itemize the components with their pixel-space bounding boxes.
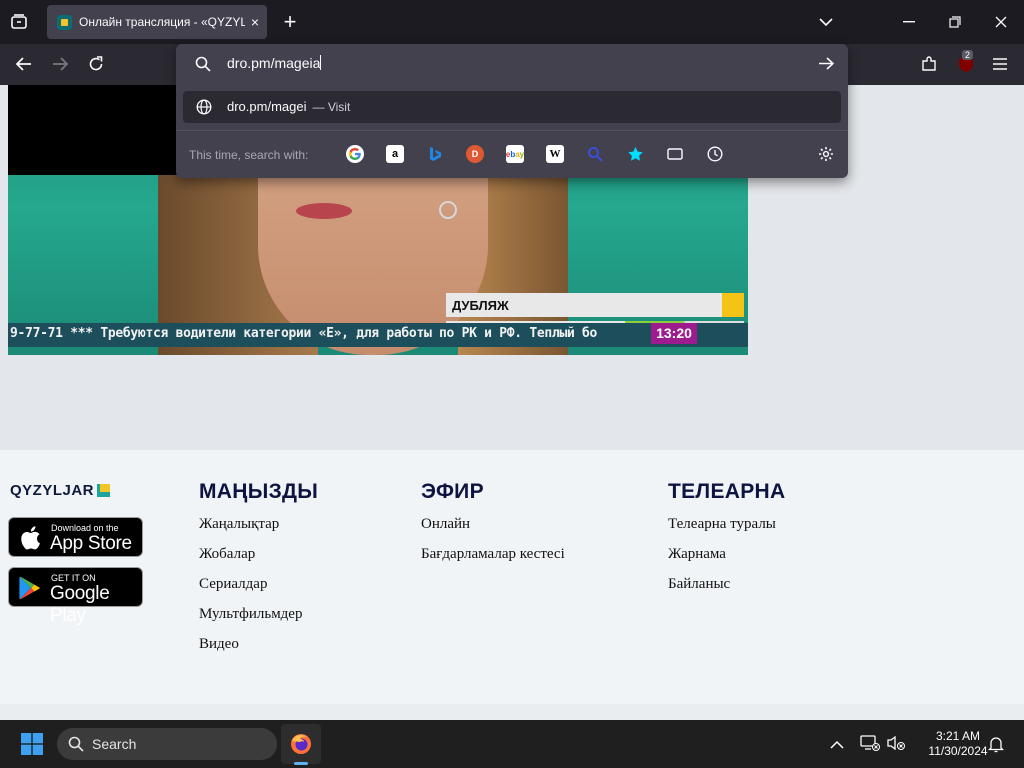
firefox-icon — [289, 732, 313, 761]
footer-link-cartoons[interactable]: Мультфильмдер — [199, 606, 302, 623]
earring — [439, 201, 457, 219]
tabs-icon[interactable] — [666, 145, 684, 163]
footer-link-online[interactable]: Онлайн — [421, 516, 470, 533]
search-icon — [68, 736, 84, 752]
show-hidden-icons-chevron-icon[interactable] — [830, 736, 844, 754]
bing-icon[interactable] — [426, 145, 444, 163]
go-arrow-icon[interactable] — [819, 57, 835, 75]
taskbar-clock[interactable]: 3:21 AM 11/30/2024 — [918, 729, 998, 759]
broadcast-time-badge: 13:20 — [651, 323, 697, 344]
close-tab-icon[interactable]: × — [251, 14, 259, 30]
google-play-button[interactable]: GET IT ON Google Play — [8, 567, 143, 626]
firefox-view-icon[interactable] — [8, 12, 30, 32]
one-off-search-bar: This time, search with: a D ebay W — [176, 130, 848, 178]
taskbar-search-box[interactable]: Search — [57, 728, 277, 760]
firefox-taskbar-button[interactable] — [281, 724, 321, 764]
footer-link-news[interactable]: Жаңалықтар — [199, 516, 279, 533]
footer-heading-channel: ТЕЛЕАРНА — [668, 480, 786, 503]
bookmarks-star-icon[interactable] — [626, 145, 644, 163]
search-settings-gear-icon[interactable] — [817, 145, 835, 163]
amazon-icon[interactable]: a — [386, 145, 404, 163]
restore-icon[interactable] — [944, 12, 966, 32]
forward-arrow-icon[interactable] — [49, 54, 71, 74]
clock-time: 3:21 AM — [935, 729, 981, 743]
notification-bell-icon[interactable] — [987, 735, 1005, 758]
reload-icon[interactable] — [85, 54, 107, 74]
windows-start-icon[interactable] — [21, 733, 43, 760]
footer-link-video[interactable]: Видео — [199, 636, 239, 653]
app-store-button[interactable]: Download on the App Store — [8, 517, 143, 557]
minimize-icon[interactable] — [898, 12, 920, 32]
footer-link-schedule[interactable]: Бағдарламалар кестесі — [421, 546, 565, 563]
footer-link-advertising[interactable]: Жарнама — [668, 546, 726, 563]
search-icon — [195, 56, 211, 77]
search-with-label: This time, search with: — [189, 148, 309, 162]
new-tab-icon[interactable]: + — [278, 9, 302, 34]
news-ticker-text: 9-77-71 *** Требуются водители категории… — [10, 326, 598, 341]
urlbar[interactable]: dro.pm/mageia — [176, 44, 848, 84]
suggestion-row-visit[interactable]: dro.pm/magei — Visit — [183, 91, 841, 123]
footer-link-projects[interactable]: Жобалар — [199, 546, 255, 563]
windows-taskbar: Search 3:21 AM 11/30/2024 — [0, 720, 1024, 768]
tab-bar: Онлайн трансляция - «QYZYL × + — [0, 0, 1024, 44]
active-app-indicator — [294, 762, 308, 765]
footer-heading-broadcast: ЭФИР — [421, 480, 484, 503]
qyzyljar-logo[interactable]: QYZYLJAR — [10, 482, 111, 499]
wikipedia-icon[interactable]: W — [546, 145, 564, 163]
extensions-puzzle-icon[interactable] — [918, 54, 940, 74]
volume-muted-icon[interactable] — [886, 734, 906, 757]
clock-date: 11/30/2024 — [928, 744, 988, 758]
footer-link-about[interactable]: Телеарна туралы — [668, 516, 776, 533]
tab-title: Онлайн трансляция - «QYZYL — [79, 15, 245, 29]
logo-mark-icon — [97, 484, 111, 497]
back-arrow-icon[interactable] — [13, 54, 35, 74]
suggestion-text: dro.pm/magei — Visit — [227, 99, 351, 114]
footer-link-contact[interactable]: Байланыс — [668, 576, 730, 593]
site-footer: QYZYLJAR Download on the App Store GET I… — [0, 450, 1024, 704]
urlbar-panel: dro.pm/mageia dro.pm/magei — Visit This t… — [176, 44, 848, 178]
globe-icon — [196, 99, 212, 120]
search-engine-icon[interactable] — [586, 145, 604, 163]
footer-bottom-strip — [0, 704, 1024, 720]
footer-heading-important: МАҢЫЗДЫ — [199, 480, 319, 503]
google-icon[interactable] — [346, 145, 364, 163]
list-tabs-chevron-icon[interactable] — [814, 12, 838, 32]
google-play-icon — [19, 576, 41, 605]
ebay-icon[interactable]: ebay — [506, 145, 524, 163]
ublock-extension-icon[interactable]: 2 — [954, 50, 978, 75]
extension-badge-count: 2 — [962, 50, 974, 60]
site-favicon-icon — [57, 14, 72, 30]
dub-lower-third: ДУБЛЯЖ — [446, 293, 722, 317]
apple-icon — [19, 525, 41, 556]
url-input[interactable]: dro.pm/mageia — [227, 55, 322, 71]
duckduckgo-icon[interactable]: D — [466, 145, 484, 163]
close-window-icon[interactable] — [990, 12, 1012, 32]
app-menu-hamburger-icon[interactable] — [989, 54, 1011, 74]
network-icon[interactable] — [860, 734, 880, 757]
active-tab[interactable]: Онлайн трансляция - «QYZYL × — [47, 5, 267, 39]
history-clock-icon[interactable] — [706, 145, 724, 163]
footer-link-series[interactable]: Сериалдар — [199, 576, 267, 593]
